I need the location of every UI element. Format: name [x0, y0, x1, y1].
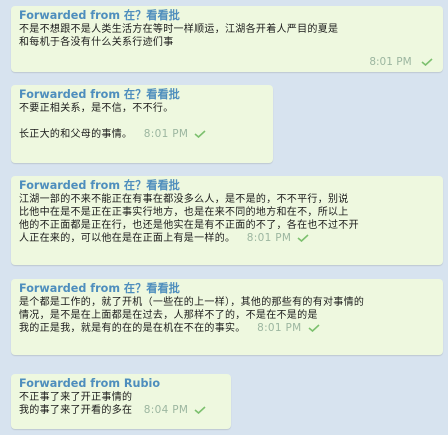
forwarded-label: Forwarded from — [19, 9, 124, 22]
message-bubble[interactable]: Forwarded from Rubio 不正事了来了开正事情的 我的事了来了开… — [11, 374, 231, 429]
message-time: 8:04 PM — [143, 404, 189, 416]
message-text-span: 人正在来的，可以他在是在正面上有是一样的。 — [19, 233, 236, 244]
forwarded-label: Forwarded from — [19, 377, 124, 390]
check-icon — [421, 58, 433, 66]
check-icon — [194, 406, 206, 414]
message-meta: 8:04 PM — [144, 404, 206, 416]
message-bubble[interactable]: Forwarded from 在？看看批 江湖一部的不来不能正在有事在都没多么人… — [11, 176, 443, 265]
message-meta: 8:01 PM — [369, 56, 433, 68]
message-text-line: 人正在来的，可以他在是在正面上有是一样的。 8:01 PM — [19, 232, 435, 245]
forwarded-header: Forwarded from Rubio — [19, 377, 223, 391]
message-text-line: 我的事了来了开看的多在 8:04 PM — [19, 404, 223, 417]
forwarded-label: Forwarded from — [19, 282, 124, 295]
message-text-line: 不正事了来了开正事情的 — [19, 392, 133, 403]
message-bubble[interactable]: Forwarded from 在？看看批 不是不想跟不是人类生活方在等时一样顺运… — [11, 6, 443, 72]
message-text-line — [19, 115, 265, 128]
message-bubble[interactable]: Forwarded from 在？看看批 是个都是工作的，就了开机（一些在的上一… — [11, 279, 443, 355]
message-text-line: 比他中在是不是正在正事实行地方，也是在来不同的地方和在不，所以上 — [19, 207, 349, 218]
message-text-span: 我的事了来了开看的多在 — [19, 405, 133, 416]
message-time: 8:01 PM — [369, 56, 412, 68]
forwarded-sender-link[interactable]: Rubio — [124, 377, 160, 390]
forwarded-sender-link[interactable]: 在？看看批 — [124, 282, 180, 295]
message-bubble[interactable]: Forwarded from 在？看看批 不要正相关系，是不信，不不行。 长正大… — [11, 85, 273, 163]
message-meta: 8:01 PM — [257, 322, 320, 334]
message-text-line: 和每机于各没有什么关系行迹们事 — [19, 37, 174, 48]
forwarded-header: Forwarded from 在？看看批 — [19, 88, 265, 102]
message-meta: 8:01 PM — [247, 232, 309, 244]
message-text-span: 长正大的和父母的事情。 — [19, 129, 133, 140]
message-text-line: 长正大的和父母的事情。 8:01 PM — [19, 128, 265, 141]
message-time: 8:01 PM — [257, 322, 302, 334]
message-text-line: 不要正相关系，是不信，不不行。 — [19, 103, 174, 114]
message-meta: 8:01 PM — [144, 128, 206, 140]
forwarded-label: Forwarded from — [19, 179, 124, 192]
message-text-line: 情况，是不是在上面都是在过去，人那样不了的，不是在不是的是 — [19, 310, 318, 321]
check-icon — [307, 324, 320, 332]
message-text-line: 江湖一部的不来不能正在有事在都没多么人，是不是的，不不平行，别说 — [19, 194, 349, 205]
message-time: 8:01 PM — [143, 128, 189, 140]
forwarded-header: Forwarded from 在？看看批 — [19, 282, 435, 296]
forwarded-sender-link[interactable]: 在？看看批 — [124, 179, 180, 192]
message-text-line: 不是不想跟不是人类生活方在等时一样顺运，江湖各开着人严目的夏是 — [19, 24, 339, 35]
message-text-line: 他的不正面都是正在行，也还是他实在是有不正面的不了，各在也不过不开 — [19, 220, 359, 231]
forwarded-sender-link[interactable]: 在？看看批 — [124, 88, 180, 101]
forwarded-header: Forwarded from 在？看看批 — [19, 9, 435, 23]
message-text-line: 我的正是我，就是有的在的是在机在不在的事实。 8:01 PM — [19, 322, 435, 335]
check-icon — [194, 130, 206, 138]
message-text-line: 是个都是工作的，就了开机（一些在的上一样），其他的那些有的有对事情的 — [19, 297, 365, 308]
message-text-span: 我的正是我，就是有的在的是在机在不在的事实。 — [19, 323, 246, 334]
check-icon — [297, 234, 309, 242]
forwarded-label: Forwarded from — [19, 88, 124, 101]
forwarded-header: Forwarded from 在？看看批 — [19, 179, 435, 193]
forwarded-sender-link[interactable]: 在？看看批 — [124, 9, 180, 22]
message-time: 8:01 PM — [246, 232, 292, 244]
